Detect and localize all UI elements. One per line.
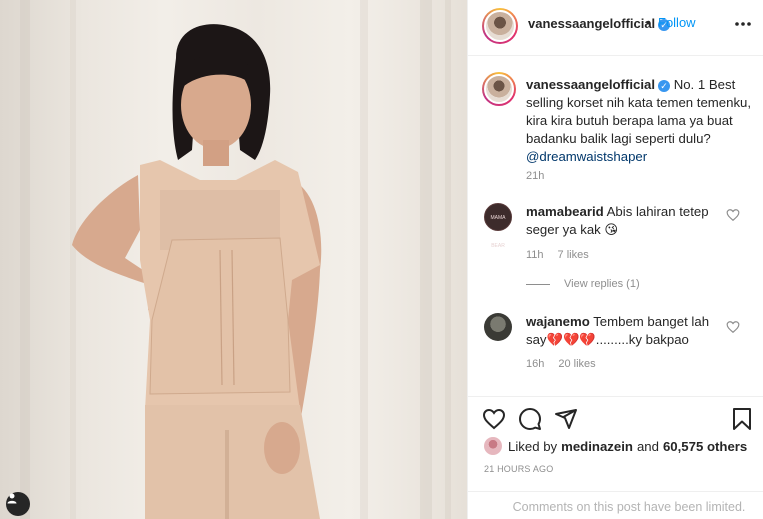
comment-likes[interactable]: 7 likes bbox=[558, 249, 589, 261]
comment-icon[interactable] bbox=[518, 407, 542, 431]
caption: vanessaangelofficial ✓ No. 1 Best selling… bbox=[526, 76, 754, 166]
liked-by-user-link[interactable]: medinazein bbox=[561, 439, 633, 454]
post-actions: Liked by medinazein and 60,575 others 21… bbox=[468, 396, 763, 519]
caption-username[interactable]: vanessaangelofficial bbox=[526, 77, 655, 92]
comment-avatar[interactable]: MAMA BEAR bbox=[484, 203, 512, 249]
bookmark-icon[interactable] bbox=[730, 407, 754, 431]
liked-by-count-link[interactable]: 60,575 others bbox=[663, 439, 747, 454]
follow-button[interactable]: Follow bbox=[658, 15, 696, 30]
liked-by-and: and bbox=[636, 438, 659, 454]
view-replies-button[interactable]: View replies (1) bbox=[526, 278, 640, 290]
liked-by-prefix: Liked by bbox=[508, 438, 558, 454]
tagged-users-icon[interactable] bbox=[6, 492, 30, 516]
caption-meta: 21h bbox=[526, 170, 558, 182]
comment-text: wajanemo Tembem banget lah say💔💔💔.......… bbox=[526, 313, 724, 349]
comment-avatar[interactable] bbox=[484, 313, 512, 341]
comment-like-icon[interactable] bbox=[726, 208, 740, 222]
header-separator: • bbox=[646, 14, 651, 30]
liked-by-avatar[interactable] bbox=[484, 437, 502, 455]
caption-mention-link[interactable]: @dreamwaistshaper bbox=[526, 149, 647, 164]
avatar-logo-text: MAMA BEAR bbox=[490, 215, 506, 249]
more-options-icon[interactable] bbox=[734, 10, 752, 33]
comment-meta: 16h 20 likes bbox=[526, 358, 610, 370]
view-replies-label[interactable]: View replies (1) bbox=[564, 278, 640, 290]
comment-time[interactable]: 16h bbox=[526, 358, 544, 370]
liked-by: Liked by medinazein and 60,575 others bbox=[484, 437, 751, 455]
verified-badge-icon: ✓ bbox=[658, 80, 671, 92]
comments-limited-notice: Comments on this post have been limited. bbox=[468, 491, 763, 519]
caption-author-avatar[interactable] bbox=[482, 72, 516, 106]
hand bbox=[264, 422, 300, 474]
view-replies-line bbox=[526, 283, 550, 285]
author-username-text[interactable]: vanessaangelofficial bbox=[528, 16, 655, 31]
caption-time[interactable]: 21h bbox=[526, 170, 544, 182]
comment-meta: 11h 7 likes bbox=[526, 249, 603, 261]
post-photo-illustration bbox=[20, 0, 451, 519]
comment-likes[interactable]: 20 likes bbox=[558, 358, 595, 370]
heart-icon[interactable] bbox=[482, 407, 506, 431]
share-icon[interactable] bbox=[554, 407, 578, 431]
post-photo[interactable] bbox=[0, 0, 467, 519]
comment-time[interactable]: 11h bbox=[526, 249, 544, 261]
comment-username[interactable]: mamabearid bbox=[526, 204, 604, 219]
comments-list[interactable]: vanessaangelofficial ✓ No. 1 Best selling… bbox=[468, 56, 763, 396]
comment-text: mamabearid Abis lahiran tetep seger ya k… bbox=[526, 203, 724, 239]
comment-like-icon[interactable] bbox=[726, 320, 740, 334]
post-sidebar: vanessaangelofficial ✓ • Follow vanessaan… bbox=[467, 0, 763, 519]
post-header: vanessaangelofficial ✓ • Follow bbox=[468, 0, 763, 56]
author-avatar[interactable] bbox=[482, 8, 518, 44]
post-timestamp[interactable]: 21 HOURS AGO bbox=[484, 464, 553, 474]
comment-username[interactable]: wajanemo bbox=[526, 314, 590, 329]
